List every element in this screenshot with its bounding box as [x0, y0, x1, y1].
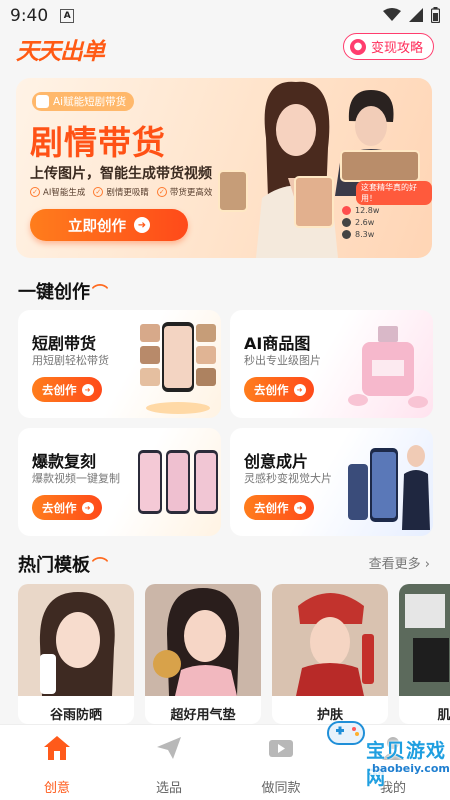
gamepad-logo-icon	[327, 721, 365, 745]
feature-item: ✓ AI智能生成	[30, 186, 85, 198]
see-more-link[interactable]: 查看更多 ›	[369, 553, 430, 572]
banner-woman-image	[256, 81, 338, 258]
film-still	[218, 170, 248, 212]
monetize-guide-label: 变现攻略	[370, 41, 423, 56]
card-title: 创意成片	[244, 452, 309, 471]
template-label: 谷雨防晒	[49, 708, 102, 723]
arrow-right-icon: ➜	[293, 383, 306, 396]
card-viral-remake[interactable]: 爆款复刻 爆款视频一键复制 去创作 ➜	[18, 428, 221, 536]
arrow-right-icon: ➜	[81, 501, 94, 514]
one-click-section-title: 一键创作 ⌒	[18, 278, 108, 304]
create-now-label: 立即创作	[68, 218, 126, 235]
banner-tag-label: Ai赋能短剧带货	[53, 96, 127, 108]
check-icon: ✓	[93, 187, 104, 197]
card-creative-film[interactable]: 创意成片 灵感秒变视觉大片 去创作 ➜	[230, 428, 433, 536]
comment-stat: 2.6w	[342, 218, 379, 227]
sparkle-icon: ⌒	[92, 283, 109, 302]
nav-tab-select-product[interactable]: 选品	[124, 733, 214, 796]
check-icon: ✓	[156, 187, 167, 197]
card-create-button[interactable]: 去创作 ➜	[244, 495, 314, 520]
nav-label: 创意	[43, 781, 70, 796]
card-desc: 爆款视频一键复制	[32, 472, 120, 485]
status-time: 9:40	[10, 6, 49, 26]
send-icon	[124, 733, 214, 763]
card-title: 爆款复刻	[32, 452, 97, 471]
create-now-button[interactable]: 立即创作 ➜	[30, 209, 188, 241]
nav-label: 选品	[155, 781, 182, 796]
card-create-button[interactable]: 去创作 ➜	[244, 377, 314, 402]
banner-stats: 12.8w 2.6w 8.3w	[342, 206, 379, 242]
template-card[interactable]: 谷雨防晒	[18, 584, 134, 724]
feature-item: ✓ 剧情更吸睛	[93, 186, 149, 198]
card-ai-product-image[interactable]: AI商品图 秒出专业级图片 去创作 ➜	[230, 310, 433, 418]
hot-templates-title-text: 热门模板	[18, 555, 90, 576]
sparkle-icon: ⌒	[92, 556, 109, 575]
like-stat: 12.8w	[342, 206, 379, 215]
phone-grid-image	[140, 322, 216, 414]
notification-a-icon: A	[60, 9, 75, 23]
share-stat: 8.3w	[342, 230, 379, 239]
nav-tab-make-same[interactable]: 做同款	[236, 733, 326, 796]
feature-item: ✓ 带货更高效	[156, 186, 213, 198]
app-header: 天天出单 ● 变现攻略	[0, 32, 450, 66]
site-watermark: 宝贝游戏网 baobeiy.com	[318, 712, 450, 789]
share-icon	[342, 230, 351, 239]
status-icons	[383, 7, 440, 23]
feature-label: 剧情更吸睛	[106, 188, 149, 198]
wifi-icon	[383, 8, 401, 21]
monetize-guide-button[interactable]: ● 变现攻略	[342, 33, 434, 60]
feature-label: 带货更高效	[169, 188, 213, 198]
watermark-url: baobeiy.com	[370, 762, 450, 775]
home-icon	[12, 733, 102, 763]
card-create-button[interactable]: 去创作 ➜	[32, 377, 102, 402]
hero-banner[interactable]: Ai赋能短剧带货 剧情带货 上传图片，智能生成带货视频 ✓ AI智能生成 ✓ 剧情更…	[16, 78, 432, 258]
three-phones-image	[138, 450, 218, 514]
perfume-bottle-image	[348, 326, 428, 408]
heart-icon	[342, 206, 351, 215]
banner-features: ✓ AI智能生成 ✓ 剧情更吸睛 ✓ 带货更高效	[30, 186, 212, 198]
card-desc: 灵感秒变视觉大片	[244, 472, 332, 485]
film-still	[294, 176, 334, 228]
card-desc: 秒出专业级图片	[244, 354, 321, 367]
card-title: AI商品图	[244, 334, 311, 353]
hot-templates-section-title: 热门模板 ⌒	[18, 551, 108, 577]
film-phones-image	[348, 445, 430, 530]
battery-icon	[431, 7, 440, 23]
template-thumbnail	[145, 584, 261, 696]
template-label: 超好用气垫	[170, 708, 236, 723]
template-thumbnail	[18, 584, 134, 696]
banner-title: 剧情带货	[30, 123, 166, 162]
template-thumbnail	[399, 584, 450, 696]
card-short-drama[interactable]: 短剧带货 用短剧轻松带货 去创作 ➜	[18, 310, 221, 418]
template-card[interactable]: 肌底修	[399, 584, 450, 724]
template-card[interactable]: 护肤	[272, 584, 388, 724]
card-create-button[interactable]: 去创作 ➜	[32, 495, 102, 520]
one-click-title-text: 一键创作	[18, 282, 90, 303]
comment-icon	[342, 218, 351, 227]
nav-label: 做同款	[261, 781, 301, 796]
card-desc: 用短剧轻松带货	[32, 354, 109, 367]
nav-tab-create[interactable]: 创意	[12, 733, 102, 796]
banner-tag: Ai赋能短剧带货	[32, 92, 135, 111]
template-card[interactable]: 超好用气垫	[145, 584, 261, 724]
ai-badge-icon	[36, 95, 49, 108]
film-still	[340, 150, 420, 182]
signal-icon	[409, 8, 423, 22]
flame-icon: ●	[349, 38, 366, 55]
app-logo: 天天出单	[16, 39, 105, 65]
status-bar: 9:40 A	[0, 0, 450, 32]
arrow-right-icon: ➜	[81, 383, 94, 396]
feature-label: AI智能生成	[43, 188, 86, 198]
check-icon: ✓	[30, 187, 40, 197]
film-caption: 这套精华真的好用！	[356, 181, 432, 205]
video-icon	[236, 733, 326, 763]
banner-subtitle: 上传图片，智能生成带货视频	[30, 166, 212, 182]
template-thumbnail	[272, 584, 388, 696]
template-list: 谷雨防晒 超好用气垫 护肤 肌底修	[18, 584, 450, 724]
arrow-right-icon: ➜	[134, 217, 150, 233]
arrow-right-icon: ➜	[293, 501, 306, 514]
card-title: 短剧带货	[32, 334, 97, 353]
